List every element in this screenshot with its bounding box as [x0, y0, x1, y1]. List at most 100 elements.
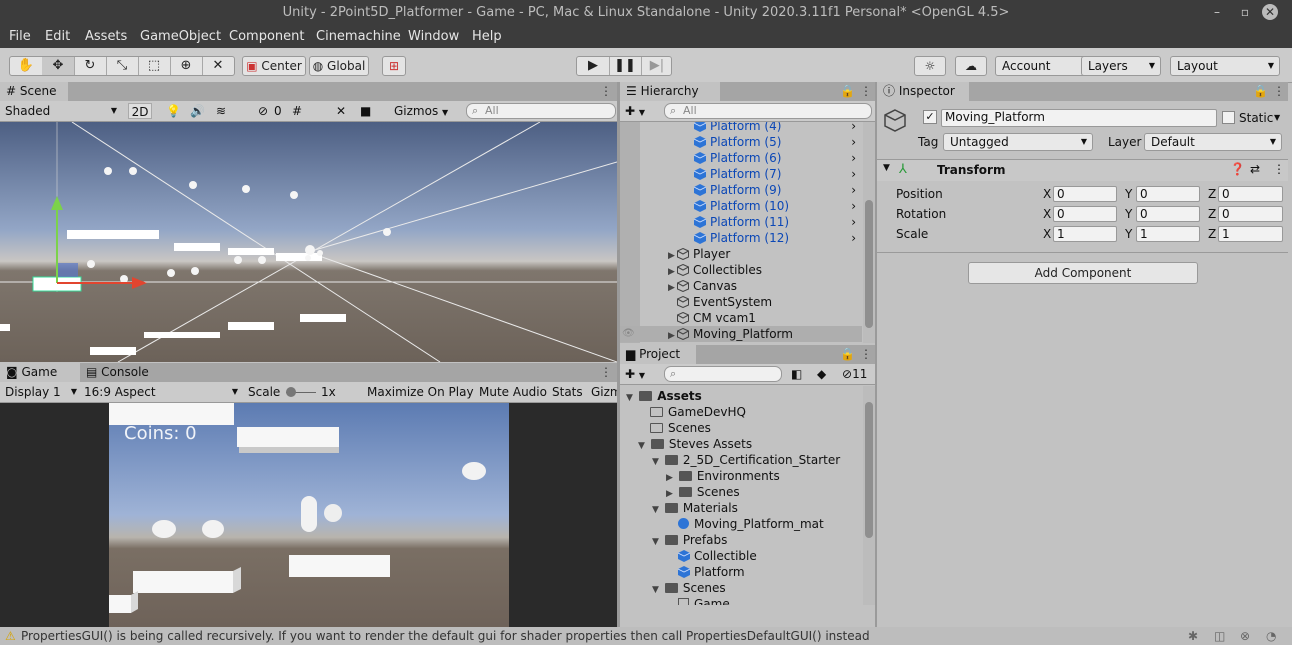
expand-arrow-icon[interactable]: ▼: [650, 582, 661, 598]
move-tool-icon[interactable]: ✥: [42, 57, 75, 75]
create-button[interactable]: ✚ ▼: [625, 103, 645, 119]
hand-tool-icon[interactable]: ✋: [10, 57, 43, 75]
hierarchy-scrollbar[interactable]: [863, 122, 875, 343]
hierarchy-item[interactable]: Platform (12) ›: [694, 230, 860, 246]
custom-tool-icon[interactable]: ✕: [202, 57, 234, 75]
expand-arrow-icon[interactable]: ▼: [650, 454, 661, 470]
aspect-dropdown[interactable]: 16:9 Aspect ▼: [84, 384, 238, 400]
tab-scene[interactable]: # Scene: [0, 82, 68, 101]
hierarchy-item[interactable]: EventSystem: [677, 294, 772, 310]
filter-label-icon[interactable]: ◆: [817, 366, 826, 382]
shading-mode-dropdown[interactable]: Shaded ▼: [5, 103, 120, 119]
tree-item[interactable]: ▼ Materials: [650, 500, 738, 516]
tree-item[interactable]: GameDevHQ: [650, 404, 746, 420]
position-x-label[interactable]: X: [1043, 186, 1051, 202]
menu-assets[interactable]: Assets: [85, 29, 127, 44]
presets-icon[interactable]: ⇄: [1250, 162, 1260, 176]
tree-item[interactable]: ▼ Assets: [624, 388, 702, 404]
expand-arrow-icon[interactable]: ▼: [650, 534, 661, 550]
expand-arrow-icon[interactable]: ▶: [666, 328, 677, 343]
menu-help[interactable]: Help: [472, 29, 502, 44]
2d-toggle[interactable]: 2D: [128, 103, 152, 119]
lock-icon[interactable]: 🔒: [1253, 82, 1268, 101]
play-icon[interactable]: ▶: [577, 57, 610, 75]
space-global-button[interactable]: ◍ Global: [309, 56, 369, 76]
hierarchy-item[interactable]: Platform (10) ›: [694, 198, 860, 214]
tree-item[interactable]: Platform: [678, 564, 745, 580]
tree-item[interactable]: ▼ Scenes: [650, 580, 726, 596]
debug-icon[interactable]: ✱: [1188, 627, 1198, 645]
hidden-packages-icon[interactable]: ⊘11: [842, 366, 867, 382]
tree-item[interactable]: Collectible: [678, 548, 757, 564]
tree-item[interactable]: ▶ Environments: [664, 468, 780, 484]
hierarchy-item[interactable]: ▶ Player: [666, 246, 730, 262]
rect-tool-icon[interactable]: ⬚: [138, 57, 171, 75]
chevron-right-icon[interactable]: ›: [851, 214, 856, 230]
rotation-y-label[interactable]: Y: [1125, 206, 1132, 222]
tree-item[interactable]: Game: [678, 596, 730, 605]
expand-arrow-icon[interactable]: ▼: [636, 438, 647, 454]
position-x-field[interactable]: 0: [1053, 186, 1117, 202]
rotation-z-field[interactable]: 0: [1218, 206, 1283, 222]
rotation-y-field[interactable]: 0: [1136, 206, 1200, 222]
eye-icon[interactable]: 👁: [622, 326, 635, 342]
display-dropdown[interactable]: Display 1 ▼: [5, 384, 77, 400]
tab-project[interactable]: ▆ Project: [620, 345, 696, 364]
rotate-tool-icon[interactable]: ↻: [74, 57, 107, 75]
lock-icon[interactable]: 🔒: [840, 345, 855, 364]
chevron-right-icon[interactable]: ›: [851, 122, 856, 134]
maximize-icon[interactable]: ▫: [1234, 2, 1256, 22]
project-scrollbar[interactable]: [863, 386, 875, 605]
camera-icon[interactable]: ■: [360, 103, 371, 119]
tools-icon[interactable]: ✕: [336, 103, 346, 119]
hidden-objects-icon[interactable]: ⊘: [258, 103, 268, 119]
tree-item[interactable]: ▼ Steves Assets: [636, 436, 752, 452]
lighting-icon[interactable]: 💡: [166, 103, 181, 119]
hierarchy-item[interactable]: Platform (9) ›: [694, 182, 860, 198]
object-name-field[interactable]: Moving_Platform: [941, 109, 1217, 127]
gizmos-dropdown[interactable]: Gizmos ▼: [394, 103, 448, 119]
rotation-x-field[interactable]: 0: [1053, 206, 1117, 222]
rotation-z-label[interactable]: Z: [1208, 206, 1216, 222]
services-button[interactable]: ☼: [914, 56, 946, 76]
transform-tool-icon[interactable]: ⊕: [170, 57, 203, 75]
hierarchy-search-input[interactable]: ⌕ All: [664, 103, 872, 119]
tag-dropdown[interactable]: Untagged ▼: [943, 133, 1093, 151]
mute-audio-toggle[interactable]: Mute Audio: [479, 384, 547, 400]
pause-icon[interactable]: ❚❚: [609, 57, 642, 75]
menu-component[interactable]: Component: [229, 29, 304, 44]
tab-inspector[interactable]: ⓘ Inspector: [877, 82, 969, 101]
hierarchy-item[interactable]: Platform (11) ›: [694, 214, 860, 230]
position-y-label[interactable]: Y: [1125, 186, 1132, 202]
static-checkbox[interactable]: [1222, 111, 1235, 124]
panel-menu-icon[interactable]: ⋮: [1273, 82, 1285, 101]
effects-icon[interactable]: ≋: [216, 103, 226, 119]
expand-arrow-icon[interactable]: ▼: [624, 390, 635, 406]
position-z-label[interactable]: Z: [1208, 186, 1216, 202]
menu-gameobject[interactable]: GameObject: [140, 29, 221, 44]
panel-menu-icon[interactable]: ⋮: [860, 82, 872, 101]
menu-file[interactable]: File: [9, 29, 31, 44]
expand-arrow-icon[interactable]: ▼: [650, 502, 661, 518]
scale-x-field[interactable]: 1: [1053, 226, 1117, 242]
close-icon[interactable]: ✕: [1262, 4, 1278, 20]
panel-menu-icon[interactable]: ⋮: [860, 345, 872, 364]
project-search-input[interactable]: ⌕: [664, 366, 782, 382]
add-component-button[interactable]: Add Component: [968, 262, 1198, 284]
position-y-field[interactable]: 0: [1136, 186, 1200, 202]
chevron-right-icon[interactable]: ›: [851, 182, 856, 198]
lock-icon[interactable]: 🔒: [840, 82, 855, 101]
layer-dropdown[interactable]: Default ▼: [1144, 133, 1282, 151]
audio-icon[interactable]: 🔊: [190, 103, 205, 119]
layers-dropdown[interactable]: Layers ▼: [1081, 56, 1161, 76]
position-z-field[interactable]: 0: [1218, 186, 1283, 202]
layout-dropdown[interactable]: Layout ▼: [1170, 56, 1280, 76]
tab-console[interactable]: ▤ Console: [80, 363, 160, 382]
hierarchy-item[interactable]: ▶ Canvas: [666, 278, 737, 294]
tab-hierarchy[interactable]: ☰ Hierarchy: [620, 82, 720, 101]
step-icon[interactable]: ▶|: [641, 57, 673, 75]
help-icon[interactable]: ❓: [1230, 162, 1245, 176]
snap-button[interactable]: ⊞: [382, 56, 406, 76]
status-message[interactable]: PropertiesGUI() is being called recursiv…: [21, 627, 870, 645]
progress-icon[interactable]: ◔: [1266, 627, 1276, 645]
